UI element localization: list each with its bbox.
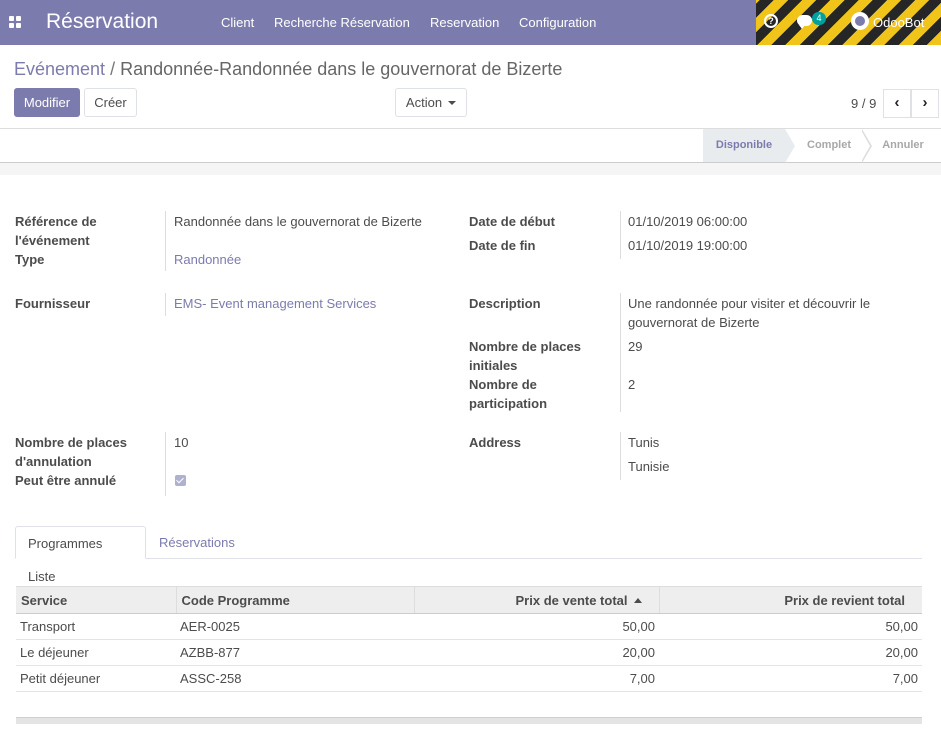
cancel-seats-label-line2: d'annulation [15, 454, 92, 469]
column-header-prix-revient-total[interactable]: Prix de revient total [658, 586, 922, 614]
menu-item-recherche-reservation[interactable]: Recherche Réservation [274, 15, 410, 30]
cancel-seats-label-line1: Nombre de places [15, 435, 127, 450]
description-label: Description [469, 296, 541, 311]
action-dropdown-button[interactable]: Action [395, 88, 467, 117]
apps-menu-icon[interactable] [9, 16, 21, 28]
tab-reservations[interactable]: Réservations [147, 526, 247, 559]
end-date-label: Date de fin [469, 238, 536, 253]
type-label: Type [15, 252, 45, 267]
cell-prix-vente-total: 50,00 [414, 613, 659, 640]
table-row[interactable]: Transport AER-0025 50,00 50,00 [16, 613, 922, 640]
end-date-value: 01/10/2019 19:00:00 [628, 238, 748, 253]
menu-item-client[interactable]: Client [221, 15, 254, 30]
create-button[interactable]: Créer [84, 88, 137, 117]
description-value-line1: Une randonnée pour visiter et découvrir … [628, 296, 871, 311]
sort-ascending-icon [633, 597, 642, 603]
cell-prix-revient-total: 20,00 [659, 639, 922, 666]
table-row[interactable]: Petit déjeuner ASSC-258 7,00 7,00 [16, 665, 922, 692]
participation-label-line2: participation [469, 396, 548, 411]
column-header-service[interactable]: Service [16, 586, 176, 614]
cell-prix-revient-total: 50,00 [659, 613, 922, 640]
reference-label-line1: Référence de [15, 214, 97, 229]
edit-button[interactable]: Modifier [14, 88, 80, 117]
breadcrumb: Evénement / Randonnée-Randonnée dans le go… [14, 59, 562, 80]
column-header-label: Prix de revient total [784, 592, 905, 608]
initial-seats-label-line2: initiales [469, 358, 518, 373]
column-header-label: Prix de vente total [515, 592, 628, 608]
address-label: Address [469, 435, 522, 450]
cell-prix-revient-total: 7,00 [659, 665, 922, 692]
table-header-row: Service Code Programme Prix de vente tot… [16, 586, 922, 614]
initial-seats-value: 29 [628, 339, 643, 354]
status-complet[interactable]: Complet [796, 129, 862, 162]
reference-value: Randonnée dans le gouvernorat de Bizerte [174, 214, 422, 229]
breadcrumb-parent-link[interactable]: Evénement [14, 59, 105, 79]
field-separator [620, 293, 621, 412]
user-avatar[interactable] [851, 12, 869, 30]
column-header-label: Service [21, 592, 68, 608]
cancel-seats-value: 10 [174, 435, 189, 450]
column-header-label: Code Programme [181, 592, 290, 608]
chevron-left-icon: ‹ [894, 94, 900, 111]
address-country: Tunisie [628, 459, 670, 474]
start-date-value: 01/10/2019 06:00:00 [628, 214, 748, 229]
pager-next-button[interactable]: › [911, 89, 939, 118]
chat-counter-badge: 4 [812, 12, 826, 25]
comments-icon[interactable] [797, 15, 812, 29]
participation-label-line1: Nombre de [469, 377, 537, 392]
cell-code-programme: AER-0025 [176, 613, 414, 640]
cell-prix-vente-total: 7,00 [414, 665, 659, 692]
breadcrumb-current: Randonnée-Randonnée dans le gouvernorat … [120, 59, 563, 79]
description-value-line2: gouvernorat de Bizerte [628, 315, 760, 330]
cell-service: Petit déjeuner [16, 665, 176, 692]
cell-service: Le déjeuner [16, 639, 176, 666]
participation-value: 2 [628, 377, 636, 392]
action-label: Action [405, 95, 443, 110]
status-annuler[interactable]: Annuler [873, 129, 933, 162]
cancellable-label: Peut être annulé [15, 473, 117, 488]
reference-label-line2: l'événement [15, 233, 90, 248]
start-date-label: Date de début [469, 214, 555, 229]
address-city: Tunis [628, 435, 660, 450]
field-separator [165, 432, 166, 496]
cell-code-programme: ASSC-258 [176, 665, 414, 692]
column-header-code-programme[interactable]: Code Programme [175, 586, 414, 614]
menu-item-configuration[interactable]: Configuration [519, 15, 596, 30]
menu-item-reservation[interactable]: Reservation [430, 15, 499, 30]
table-row[interactable]: Le déjeuner AZBB-877 20,00 20,00 [16, 639, 922, 666]
status-arrow [785, 129, 795, 163]
field-separator [620, 432, 621, 480]
supplier-link[interactable]: EMS- Event management Services [174, 294, 376, 313]
cell-prix-vente-total: 20,00 [414, 639, 659, 666]
field-separator [165, 211, 166, 271]
cell-service: Transport [16, 613, 176, 640]
status-separator [861, 129, 872, 163]
supplier-label: Fournisseur [15, 296, 91, 311]
cancellable-checkbox [175, 475, 186, 486]
pager-value[interactable]: 9 / 9 [851, 96, 876, 111]
field-separator [620, 211, 621, 259]
user-menu[interactable]: OdooBot [873, 15, 924, 30]
sheet-background [0, 163, 941, 175]
column-header-prix-vente-total[interactable]: Prix de vente total [413, 586, 659, 614]
app-title[interactable]: Réservation [46, 10, 158, 34]
table-footer-bar [16, 717, 922, 724]
type-link[interactable]: Randonnée [174, 250, 241, 269]
tab-programmes-liste[interactable]: Programmes Liste [15, 526, 146, 584]
initial-seats-label-line1: Nombre de places [469, 339, 581, 354]
pager-previous-button[interactable]: ‹ [883, 89, 911, 118]
programmes-table: Service Code Programme Prix de vente tot… [16, 586, 922, 692]
top-navbar: Réservation Client Recherche Réservation… [0, 0, 941, 45]
cell-code-programme: AZBB-877 [176, 639, 414, 666]
question-circle-icon[interactable]: ? [764, 14, 778, 28]
field-separator [165, 293, 166, 316]
breadcrumb-separator: / [110, 59, 116, 79]
status-bar: Disponible Complet Annuler [0, 128, 941, 163]
chevron-right-icon: › [922, 94, 928, 111]
status-disponible[interactable]: Disponible [703, 129, 785, 162]
